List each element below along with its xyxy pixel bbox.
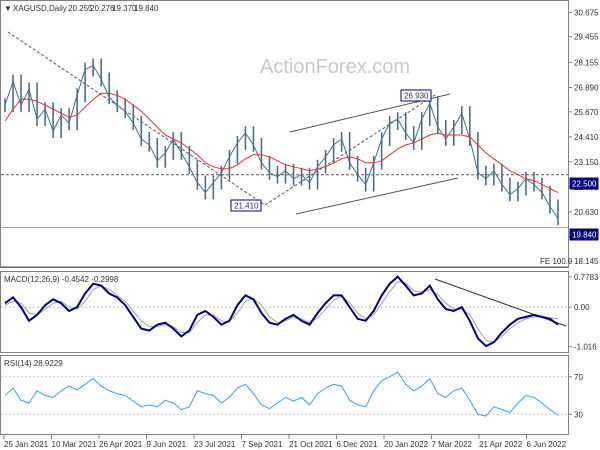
- macd-panel-title: MACD(12,26,9) -0.4542 -0.2998: [4, 275, 119, 284]
- x-tick-label: 10 Mar 2021: [52, 440, 97, 449]
- x-tick-label: 7 Sep 2021: [242, 440, 283, 449]
- x-tick-label: 21 Oct 2021: [289, 440, 333, 449]
- price-ytick-label: 18.145: [574, 257, 599, 266]
- x-tick-label: 23 Jul 2021: [194, 440, 236, 449]
- x-tick-label: 21 Apr 2022: [479, 440, 523, 449]
- price-ytick-label: 26.890: [574, 84, 599, 93]
- x-tick-label: 6 Dec 2021: [337, 440, 378, 449]
- level-19840-label: 19.840: [572, 231, 597, 240]
- rsi-layer: 70 30 25 Jan 2021 10 Mar 2021 26 Apr 2021 9 J…: [1, 371, 583, 449]
- rsi-ytick-label: 70: [574, 373, 583, 382]
- descending-trendline: [7, 31, 266, 206]
- macd-ytick-label: 0.7783: [574, 273, 599, 282]
- watermark: ActionForex.com: [260, 56, 410, 78]
- macd-line: [4, 275, 559, 348]
- x-tick-label: 7 Mar 2022: [432, 440, 473, 449]
- price-ytick-label: 28.155: [574, 58, 599, 67]
- price-ytick-label: 25.670: [574, 108, 599, 117]
- moving-average-line: [4, 92, 559, 194]
- rsi-panel-title: RSI(14) 28.9229: [4, 359, 63, 368]
- rsi-line: [4, 371, 559, 417]
- low-annotation-label: 21.410: [234, 202, 259, 211]
- x-tick-label: 25 Jan 2021: [4, 440, 49, 449]
- price-ytick-label: 23.150: [574, 158, 599, 167]
- price-ytick-label: 29.455: [574, 33, 599, 42]
- price-panel-title-arrow: ▼: [4, 4, 12, 13]
- macd-layer: 0.7783 0.00 -1.016: [1, 273, 599, 352]
- x-tick-label: 20 Jan 2022: [384, 440, 429, 449]
- rsi-panel-frame: [0, 355, 569, 435]
- price-panel-title: XAGUSD,Daily: [13, 4, 67, 13]
- rsi-ytick-label: 30: [574, 410, 583, 419]
- x-tick-label: 6 Jun 2022: [527, 440, 567, 449]
- price-ytick-label: 24.410: [574, 133, 599, 142]
- ohlc-close: 19.840: [134, 4, 159, 13]
- price-ytick-label: 20.630: [574, 208, 599, 217]
- price-ytick-label: 30.675: [574, 8, 599, 17]
- macd-ytick-label: -1.016: [574, 343, 597, 352]
- fe-level-label: FE 100.0: [540, 257, 573, 266]
- chart-svg: ActionForex.com 30.675 29.455 28.155 26.890…: [0, 0, 599, 449]
- x-tick-label: 9 Jun 2021: [147, 440, 187, 449]
- macd-ytick-label: 0.00: [574, 303, 590, 312]
- high-annotation-label: 26.930: [404, 92, 429, 101]
- level-22500-label: 22.500: [572, 180, 597, 189]
- x-tick-label: 26 Apr 2021: [99, 440, 143, 449]
- price-layer: 30.675 29.455 28.155 26.890 25.670 24.410 23.1…: [1, 8, 599, 268]
- channel-lower-line: [295, 177, 459, 215]
